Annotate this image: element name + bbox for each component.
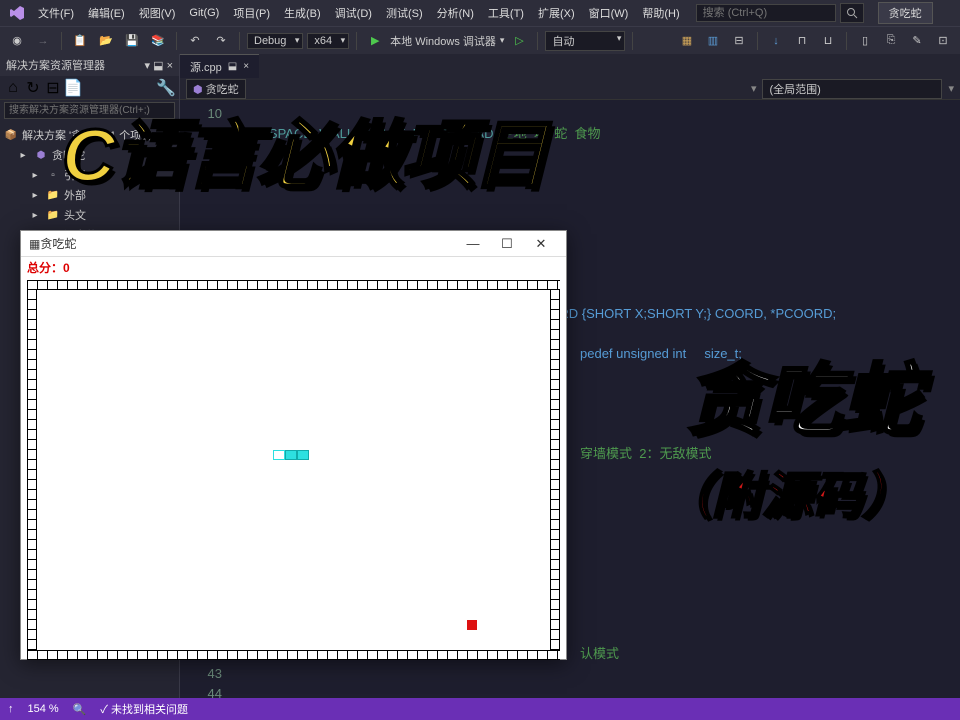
menu-project[interactable]: 项目(P) — [227, 3, 276, 23]
nav-back-icon[interactable]: ◉ — [6, 30, 28, 52]
undo-icon[interactable]: ↶ — [184, 30, 206, 52]
search-input[interactable] — [696, 4, 836, 22]
menu-analyze[interactable]: 分析(N) — [431, 3, 480, 23]
close-button[interactable]: ✕ — [524, 232, 558, 256]
overlay-title-3: （附源码） — [662, 456, 912, 528]
tool-icon-8[interactable]: ⎘ — [880, 30, 902, 52]
overlay-title-1: C语言必做项目 — [62, 96, 545, 203]
issues-status[interactable]: ✓ 未找到相关问题 — [100, 701, 188, 717]
title-bar: 文件(F) 编辑(E) 视图(V) Git(G) 项目(P) 生成(B) 调试(… — [0, 0, 960, 26]
menu-build[interactable]: 生成(B) — [278, 3, 327, 23]
minimize-button[interactable]: — — [456, 232, 490, 256]
zoom-icon[interactable]: 🔍 — [73, 703, 87, 716]
panel-pin-icon[interactable]: ▾ ⬓ × — [145, 59, 173, 72]
auto-select[interactable]: 自动 — [545, 31, 625, 51]
headers-folder[interactable]: ▸📁头文 — [0, 205, 179, 225]
run-button[interactable]: ▶ — [364, 30, 386, 52]
save-all-icon[interactable]: 📚 — [147, 30, 169, 52]
game-icon: ▦ — [29, 237, 40, 251]
project-name-label: 贪吃蛇 — [878, 2, 933, 24]
snake-body — [285, 450, 297, 460]
tool-icon-9[interactable]: ✎ — [906, 30, 928, 52]
run-label[interactable]: 本地 Windows 调试器 — [390, 33, 496, 49]
tool-icon-1[interactable]: ▦ — [676, 30, 698, 52]
main-toolbar: ◉ → 📋 📂 💾 📚 ↶ ↷ Debug x64 ▶ 本地 Windows 调… — [0, 26, 960, 54]
redo-icon[interactable]: ↷ — [210, 30, 232, 52]
panel-title: 解决方案资源管理器 ▾ ⬓ × — [0, 54, 179, 76]
open-icon[interactable]: 📂 — [95, 30, 117, 52]
overlay-title-2: 贪吃蛇 — [686, 338, 920, 450]
menu-window[interactable]: 窗口(W) — [583, 3, 635, 23]
show-all-icon[interactable]: 📄 — [64, 79, 82, 97]
properties-icon[interactable]: 🔧 — [157, 79, 175, 97]
game-window: ▦ 贪吃蛇 — ☐ ✕ 总分：0 — [20, 230, 567, 660]
zoom-level[interactable]: 154 % — [28, 703, 59, 715]
platform-select[interactable]: x64 — [307, 33, 349, 49]
menu-tools[interactable]: 工具(T) — [482, 3, 530, 23]
menu-debug[interactable]: 调试(D) — [329, 3, 378, 23]
status-up-icon[interactable]: ↑ — [8, 703, 14, 715]
menu-help[interactable]: 帮助(H) — [636, 3, 685, 23]
score-display: 总分：0 — [21, 257, 566, 278]
tool-icon-7[interactable]: ▯ — [854, 30, 876, 52]
home-icon[interactable]: ⌂ — [4, 79, 22, 97]
wall-bottom — [27, 650, 560, 660]
tool-icon-2[interactable]: ▥ — [702, 30, 724, 52]
file-tab[interactable]: 源.cpp ⬓ × — [180, 54, 259, 78]
menu-git[interactable]: Git(G) — [183, 5, 225, 21]
menu-view[interactable]: 视图(V) — [133, 3, 182, 23]
menu-extensions[interactable]: 扩展(X) — [532, 3, 581, 23]
menu-edit[interactable]: 编辑(E) — [82, 3, 131, 23]
config-select[interactable]: Debug — [247, 33, 303, 49]
tab-close-icon[interactable]: × — [243, 61, 249, 72]
vs-logo-icon — [8, 4, 26, 22]
tool-icon-4[interactable]: ↓ — [765, 30, 787, 52]
tool-icon-5[interactable]: ⊓ — [791, 30, 813, 52]
food — [467, 620, 477, 630]
new-item-icon[interactable]: 📋 — [69, 30, 91, 52]
save-icon[interactable]: 💾 — [121, 30, 143, 52]
maximize-button[interactable]: ☐ — [490, 232, 524, 256]
status-bar: ↑ 154 % 🔍 ✓ 未找到相关问题 — [0, 698, 960, 720]
snake-head — [273, 450, 285, 460]
nav-scope-select[interactable]: (全局范围) — [762, 79, 942, 99]
game-board — [27, 280, 560, 660]
wall-top — [27, 280, 560, 290]
game-titlebar: ▦ 贪吃蛇 — ☐ ✕ — [21, 231, 566, 257]
nav-fwd-icon[interactable]: → — [32, 30, 54, 52]
game-title-text: 贪吃蛇 — [40, 235, 76, 252]
run-nodebu-icon[interactable]: ▷ — [508, 30, 530, 52]
snake-body — [297, 450, 309, 460]
sync-icon[interactable]: ↻ — [24, 79, 42, 97]
tool-icon-10[interactable]: ⊡ — [932, 30, 954, 52]
tool-icon-6[interactable]: ⊔ — [817, 30, 839, 52]
tool-icon-3[interactable]: ⊟ — [728, 30, 750, 52]
wall-right — [550, 290, 560, 650]
tab-pin-icon[interactable]: ⬓ — [228, 61, 237, 72]
tab-row: 源.cpp ⬓ × — [180, 54, 960, 78]
collapse-icon[interactable]: ⊟ — [44, 79, 62, 97]
wall-left — [27, 290, 37, 650]
menu-test[interactable]: 测试(S) — [380, 3, 429, 23]
search-button[interactable] — [840, 3, 864, 23]
menu-file[interactable]: 文件(F) — [32, 3, 80, 23]
